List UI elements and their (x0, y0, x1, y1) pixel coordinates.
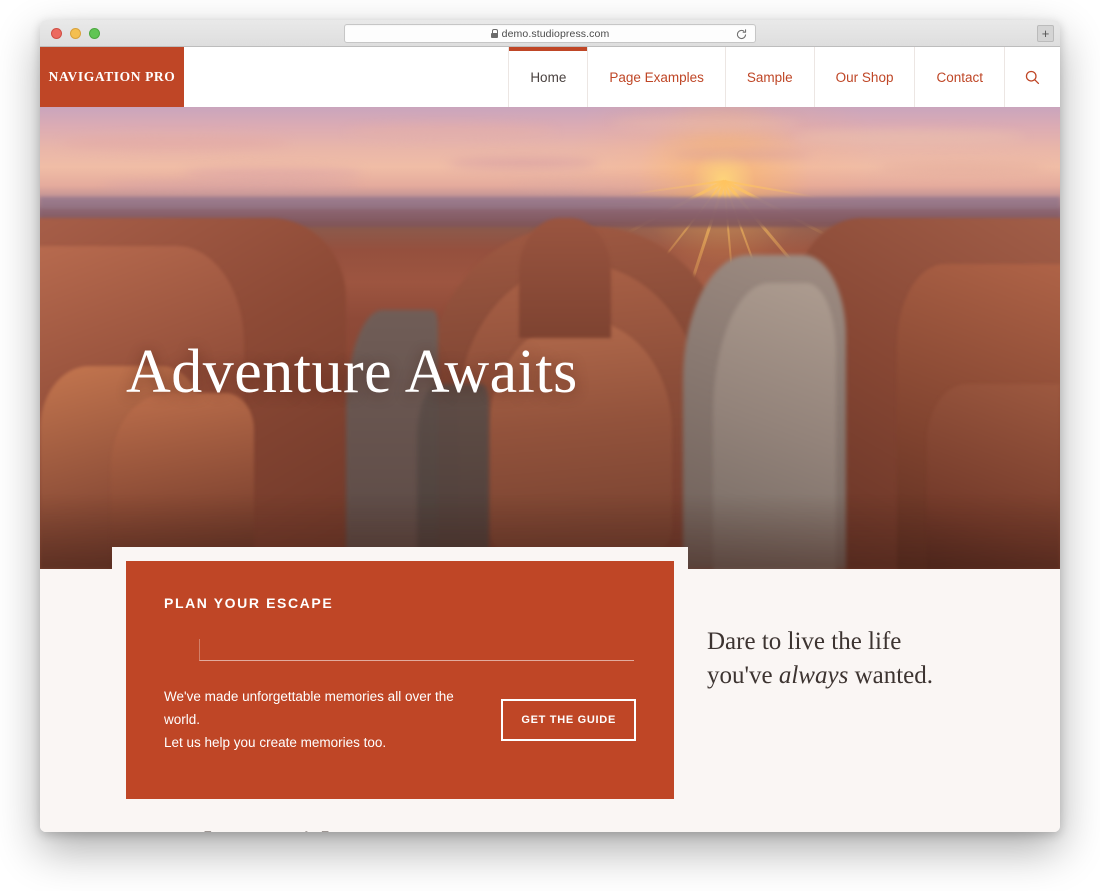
url-text: demo.studiopress.com (501, 27, 610, 40)
hero-banner: Adventure Awaits (40, 107, 1060, 569)
get-the-guide-button[interactable]: GET THE GUIDE (501, 698, 636, 741)
cta-heading: PLAN YOUR ESCAPE (164, 595, 334, 611)
nav-item-page-examples[interactable]: Page Examples (587, 47, 725, 107)
cta-card-frame: PLAN YOUR ESCAPE We've made unforgettabl… (112, 547, 688, 813)
page-viewport: NAVIGATION PRO Home Page Examples Sample… (40, 47, 1060, 832)
browser-window: demo.studiopress.com + NAVIGATION PRO Ho… (40, 20, 1060, 832)
maximize-window-button[interactable] (89, 27, 100, 39)
primary-navigation: Home Page Examples Sample Our Shop Conta… (508, 47, 1060, 107)
cta-card: PLAN YOUR ESCAPE We've made unforgettabl… (126, 561, 674, 799)
site-logo[interactable]: NAVIGATION PRO (40, 47, 184, 107)
cta-copy-line-2: Let us help you create memories too. (164, 735, 387, 751)
site-logo-text: NAVIGATION PRO (48, 69, 176, 84)
nav-item-contact[interactable]: Contact (914, 47, 1004, 107)
cta-copy: We've made unforgettable memories all ov… (164, 685, 481, 755)
page-title: Popular Guides (126, 825, 360, 832)
tagline-quote: Dare to live the life you've always want… (707, 625, 1027, 692)
minimize-window-button[interactable] (70, 27, 81, 39)
tagline-line-1: Dare to live the life (707, 628, 902, 655)
tagline-line-2-pre: you've (707, 661, 779, 689)
url-text-group: demo.studiopress.com (490, 27, 610, 40)
address-bar[interactable]: demo.studiopress.com (344, 24, 756, 43)
lock-icon (490, 29, 499, 38)
window-controls (51, 27, 100, 39)
tagline-emphasis: always (778, 661, 849, 689)
close-window-button[interactable] (51, 27, 62, 39)
tagline-line-2-post: wanted. (848, 661, 934, 689)
hero-title: Adventure Awaits (126, 338, 578, 406)
nav-item-sample[interactable]: Sample (724, 47, 814, 107)
browser-titlebar: demo.studiopress.com + (40, 20, 1060, 47)
reload-icon[interactable] (735, 28, 748, 41)
cta-body-row: We've made unforgettable memories all ov… (164, 685, 636, 755)
header-spacer (184, 47, 508, 107)
tagline-line-2: you've always wanted. (707, 659, 1027, 693)
site-header: NAVIGATION PRO Home Page Examples Sample… (40, 47, 1060, 107)
new-tab-button[interactable]: + (1037, 25, 1054, 42)
cta-copy-line-1: We've made unforgettable memories all ov… (164, 689, 454, 728)
nav-item-home[interactable]: Home (508, 47, 588, 107)
nav-item-our-shop[interactable]: Our Shop (813, 47, 915, 107)
search-icon[interactable] (1004, 47, 1060, 107)
email-field[interactable] (199, 639, 634, 661)
